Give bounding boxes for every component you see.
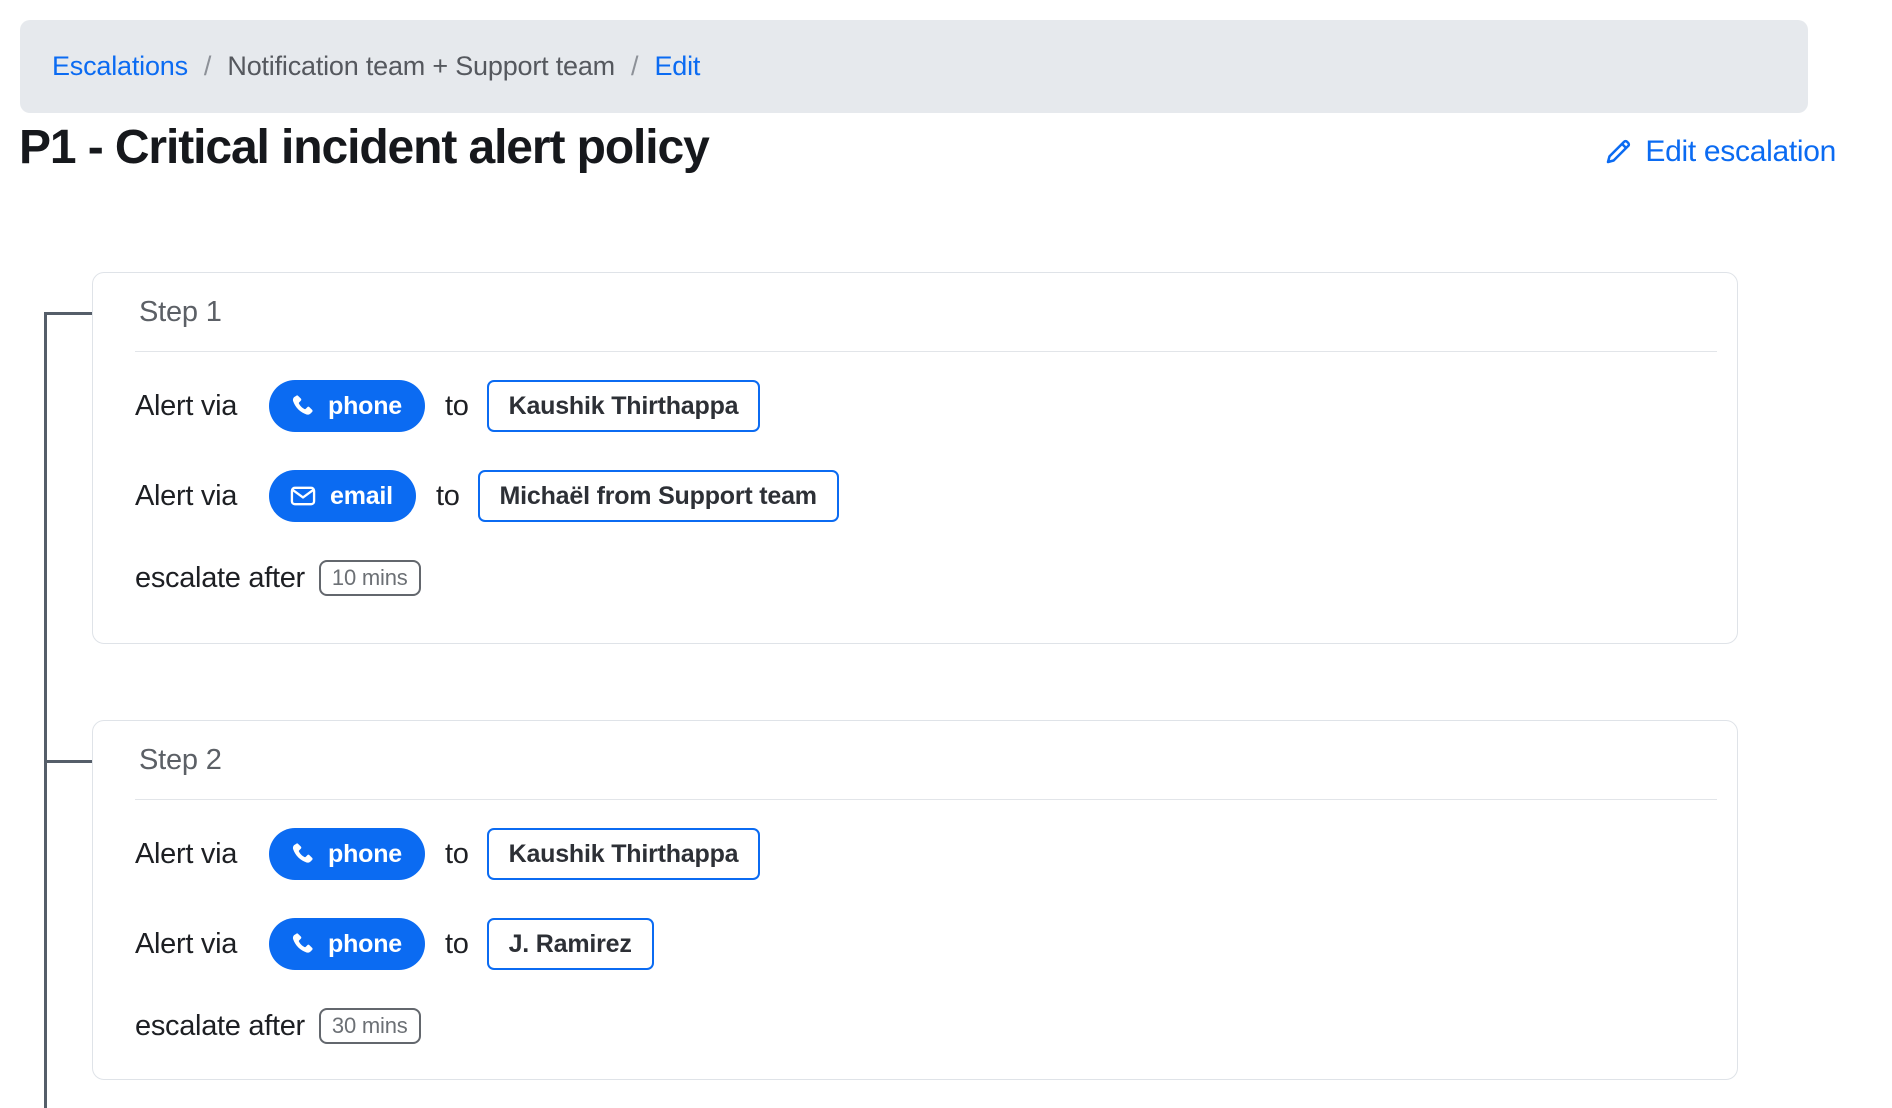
channel-pill-phone[interactable]: phone: [269, 918, 425, 970]
channel-label: phone: [328, 930, 402, 959]
page-title: P1 - Critical incident alert policy: [19, 120, 709, 175]
escalation-rail-branch-step-2: [44, 760, 92, 763]
phone-icon: [289, 931, 315, 957]
breadcrumb-item-edit[interactable]: Edit: [654, 51, 700, 82]
edit-escalation-button[interactable]: Edit escalation: [1603, 135, 1836, 169]
alert-via-label: Alert via: [135, 390, 269, 423]
step-card-1: Step 1 Alert via phone to Kaushik Thirth…: [92, 272, 1738, 644]
escalation-rail: [44, 312, 47, 1108]
channel-pill-phone[interactable]: phone: [269, 828, 425, 880]
escalate-after-row: escalate after 30 mins: [135, 1008, 1737, 1044]
channel-pill-email[interactable]: email: [269, 470, 416, 522]
channel-label: email: [330, 482, 393, 511]
to-label: to: [445, 390, 469, 423]
alert-rule-row: Alert via phone to J. Ramirez: [135, 918, 1737, 970]
breadcrumb-item-team: Notification team + Support team: [227, 51, 615, 82]
escalation-rail-branch-step-1: [44, 312, 92, 315]
to-label: to: [445, 928, 469, 961]
page-header: P1 - Critical incident alert policy Edit…: [0, 113, 1892, 203]
escalate-after-row: escalate after 10 mins: [135, 560, 1737, 596]
step-title: Step 2: [139, 744, 222, 777]
breadcrumb-item-escalations[interactable]: Escalations: [52, 51, 188, 82]
alert-via-label: Alert via: [135, 480, 269, 513]
step-card-header: Step 1: [93, 273, 1737, 351]
breadcrumb-separator: /: [204, 51, 212, 82]
alert-target-chip[interactable]: Kaushik Thirthappa: [487, 380, 761, 432]
phone-icon: [289, 393, 315, 419]
phone-icon: [289, 841, 315, 867]
step-card-2: Step 2 Alert via phone to Kaushik Thirth…: [92, 720, 1738, 1080]
alert-target-chip[interactable]: J. Ramirez: [487, 918, 654, 970]
to-label: to: [436, 480, 460, 513]
step-title: Step 1: [139, 296, 222, 329]
channel-label: phone: [328, 392, 402, 421]
alert-rule-row: Alert via phone to Kaushik Thirthappa: [135, 828, 1737, 880]
step-card-header: Step 2: [93, 721, 1737, 799]
alert-target-chip[interactable]: Michaël from Support team: [478, 470, 839, 522]
breadcrumb-separator: /: [631, 51, 639, 82]
alert-via-label: Alert via: [135, 838, 269, 871]
envelope-icon: [289, 482, 317, 510]
alert-via-label: Alert via: [135, 928, 269, 961]
alert-rule-row: Alert via email to Michaël from Support …: [135, 470, 1737, 522]
step-card-body: Alert via phone to Kaushik Thirthappa Al…: [93, 800, 1737, 1044]
channel-pill-phone[interactable]: phone: [269, 380, 425, 432]
step-card-body: Alert via phone to Kaushik Thirthappa Al…: [93, 352, 1737, 596]
alert-target-chip[interactable]: Kaushik Thirthappa: [487, 828, 761, 880]
pencil-icon: [1603, 137, 1633, 167]
edit-escalation-label: Edit escalation: [1645, 135, 1836, 169]
to-label: to: [445, 838, 469, 871]
escalate-after-duration[interactable]: 10 mins: [319, 560, 421, 596]
channel-label: phone: [328, 840, 402, 869]
escalate-after-duration[interactable]: 30 mins: [319, 1008, 421, 1044]
escalate-after-label: escalate after: [135, 562, 305, 595]
escalate-after-label: escalate after: [135, 1010, 305, 1043]
alert-rule-row: Alert via phone to Kaushik Thirthappa: [135, 380, 1737, 432]
breadcrumb: Escalations / Notification team + Suppor…: [20, 20, 1808, 113]
